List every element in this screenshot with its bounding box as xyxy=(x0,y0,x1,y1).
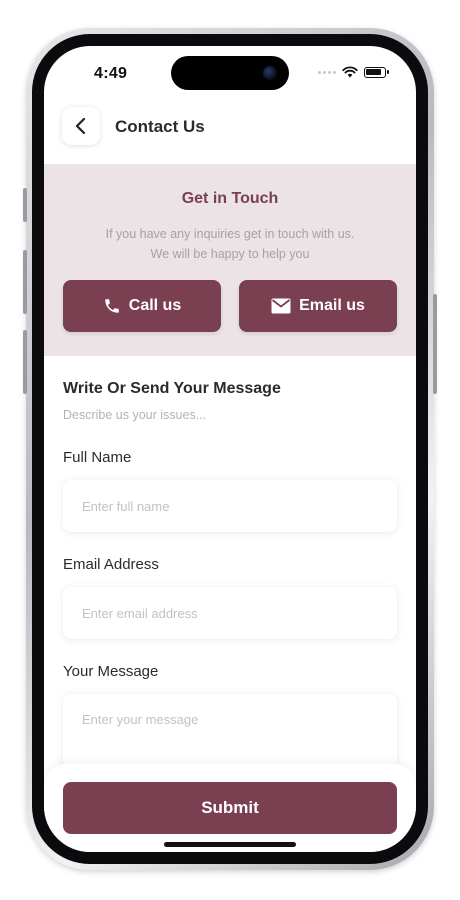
email-us-label: Email us xyxy=(299,297,365,314)
email-address-field[interactable]: Enter email address xyxy=(63,587,397,639)
message-field[interactable]: Enter your message xyxy=(63,694,397,774)
mail-icon xyxy=(271,298,291,314)
front-camera-icon xyxy=(263,66,277,80)
call-us-button[interactable]: Call us xyxy=(63,280,221,332)
app-screen: 4:49 Contact Us Get in Touch If you have… xyxy=(44,46,416,852)
full-name-field[interactable]: Enter full name xyxy=(63,480,397,532)
status-bar: 4:49 xyxy=(44,46,416,100)
full-name-label: Full Name xyxy=(63,449,132,466)
email-address-label: Email Address xyxy=(63,556,159,573)
volume-down-button xyxy=(23,330,27,394)
your-message-label: Your Message xyxy=(63,663,159,680)
get-in-touch-panel: Get in Touch If you have any inquiries g… xyxy=(44,164,416,356)
home-indicator[interactable] xyxy=(164,842,296,847)
bottom-action-bar: Submit xyxy=(44,764,416,852)
volume-up-button xyxy=(23,250,27,314)
touch-subtitle: If you have any inquiries get in touch w… xyxy=(64,224,396,264)
status-icons xyxy=(318,66,389,78)
wifi-icon xyxy=(342,66,358,78)
phone-icon xyxy=(105,299,119,313)
page-title: Contact Us xyxy=(115,117,205,136)
status-time: 4:49 xyxy=(94,65,128,82)
action-button xyxy=(23,188,27,222)
submit-button[interactable]: Submit xyxy=(63,782,397,834)
touch-subtitle-line-1: If you have any inquiries get in touch w… xyxy=(105,227,355,241)
back-button[interactable] xyxy=(62,107,100,145)
touch-title: Get in Touch xyxy=(181,190,279,207)
form-description: Describe us your issues... xyxy=(63,408,207,422)
cellular-dots-icon xyxy=(318,70,336,74)
power-button xyxy=(433,294,437,394)
battery-icon xyxy=(364,66,389,78)
touch-subtitle-line-2: We will be happy to help you xyxy=(150,247,310,261)
call-us-label: Call us xyxy=(128,297,182,314)
app-header: Contact Us xyxy=(44,100,416,164)
email-us-button[interactable]: Email us xyxy=(239,280,397,332)
dynamic-island xyxy=(171,56,289,90)
form-heading: Write Or Send Your Message xyxy=(63,380,281,397)
chevron-left-icon xyxy=(75,117,86,135)
